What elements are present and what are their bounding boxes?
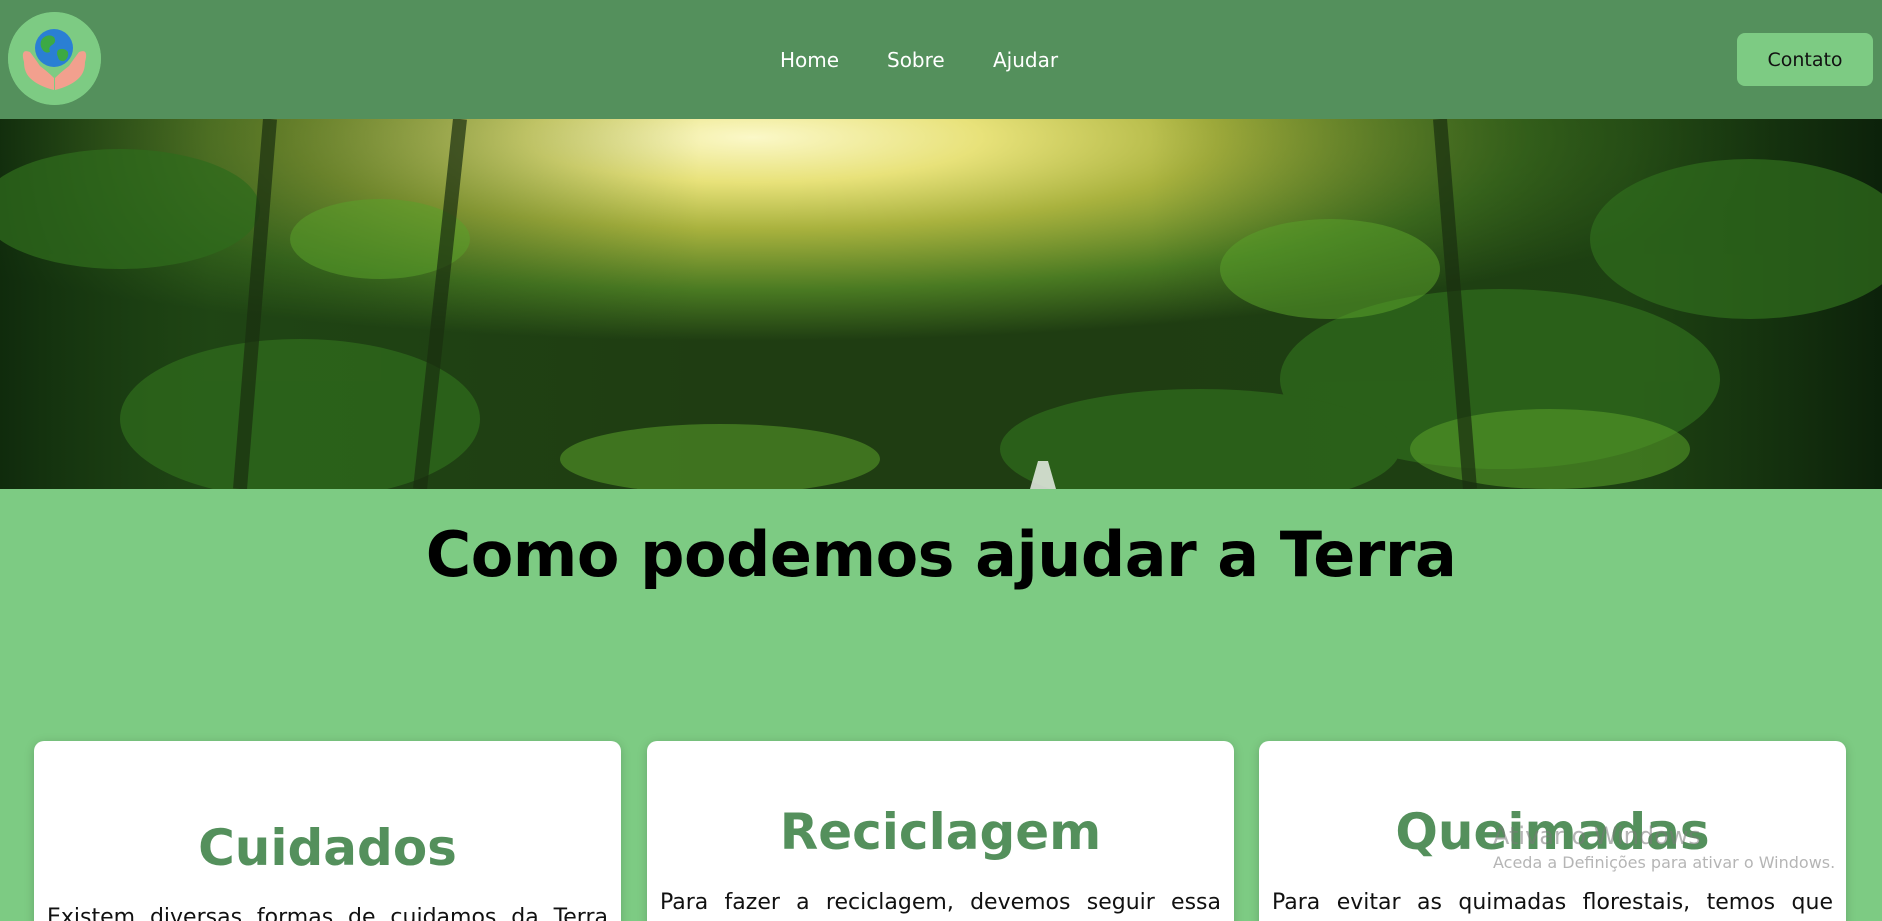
hero-banner xyxy=(0,119,1882,489)
nav-link-home[interactable]: Home xyxy=(780,46,839,74)
watermark-subtitle: Aceda a Definições para ativar o Windows… xyxy=(1493,853,1836,872)
nav-link-sobre[interactable]: Sobre xyxy=(887,46,945,74)
card-text: Para fazer a reciclagem, devemos seguir … xyxy=(660,890,1221,915)
rainforest-sunlight-banner xyxy=(0,119,1882,489)
card-title: Cuidados xyxy=(198,819,457,877)
card-text: Existem diversas formas de cuidamos da T… xyxy=(47,905,608,921)
contact-button[interactable]: Contato xyxy=(1737,33,1873,86)
card-text: Para evitar as quimadas florestais, temo… xyxy=(1272,890,1833,915)
page-title: Como podemos ajudar a Terra xyxy=(425,518,1457,591)
nav-links: Home Sobre Ajudar xyxy=(0,46,1882,74)
card-cuidados: Cuidados Existem diversas formas de cuid… xyxy=(34,741,621,921)
nav-link-ajudar[interactable]: Ajudar xyxy=(993,46,1058,74)
windows-activation-watermark: Ativar o Windows Aceda a Definições para… xyxy=(1493,822,1873,874)
card-title: Reciclagem xyxy=(779,803,1102,861)
card-reciclagem: Reciclagem Para fazer a reciclagem, deve… xyxy=(647,741,1234,921)
watermark-title: Ativar o Windows xyxy=(1493,822,1701,850)
navbar: Home Sobre Ajudar Contato xyxy=(0,0,1882,119)
